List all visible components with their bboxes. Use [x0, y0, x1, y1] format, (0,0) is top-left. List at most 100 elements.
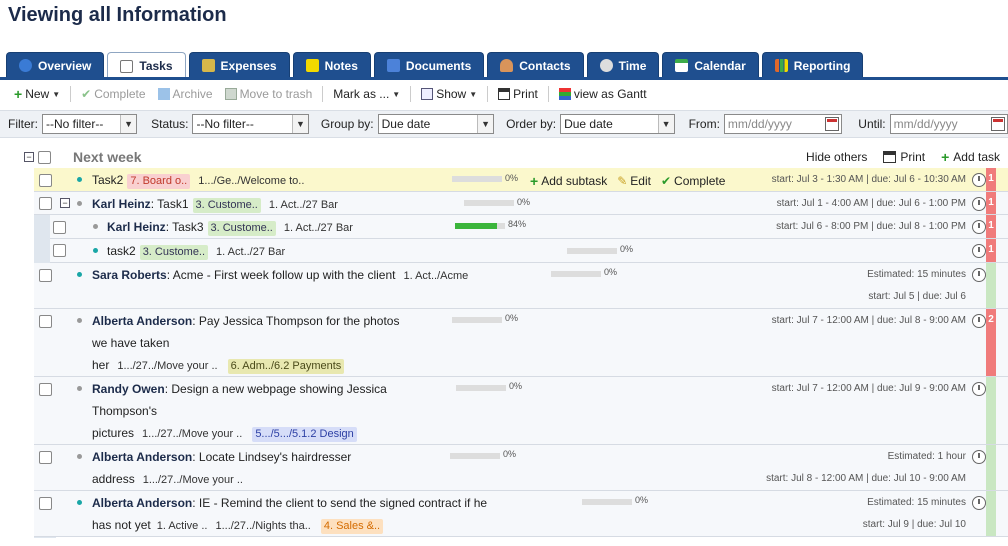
calendar-icon[interactable] — [825, 117, 840, 131]
workspace-path[interactable]: 1.../27../Nights tha.. — [215, 520, 310, 532]
add-subtask-button[interactable]: + Add subtask — [530, 173, 607, 189]
task-row[interactable]: task2 3. Custome.. 1. Act../27 Bar 0% 1 — [50, 239, 1008, 263]
task-title[interactable]: task2 3. Custome.. 1. Act../27 Bar — [107, 244, 285, 260]
tab-time[interactable]: Time — [586, 52, 660, 78]
group-select-all-checkbox[interactable] — [38, 150, 51, 164]
hide-others-link[interactable]: Hide others — [806, 150, 867, 164]
clock-icon[interactable] — [972, 244, 986, 258]
task-title[interactable]: Randy Owen: Design a new webpage showing… — [92, 382, 387, 396]
workspace-path[interactable]: 1. Active .. — [157, 520, 208, 532]
tag[interactable]: 4. Sales &.. — [320, 519, 384, 534]
task-checkbox[interactable] — [53, 244, 66, 257]
task-checkbox[interactable] — [39, 174, 52, 187]
tag[interactable]: 6. Adm../6.2 Payments — [227, 359, 345, 374]
tab-tasks[interactable]: Tasks — [107, 52, 186, 79]
task-checkbox[interactable] — [39, 315, 52, 328]
task-title[interactable]: Task2 7. Board o.. 1.../Ge../Welcome to.. — [92, 173, 304, 189]
collapse-toggle[interactable]: − — [60, 198, 70, 208]
workspace-path[interactable]: 1. Act../27 Bar — [284, 222, 353, 234]
clock-icon[interactable] — [972, 496, 986, 510]
clock-icon[interactable] — [972, 314, 986, 328]
task-row[interactable]: Sara Roberts: Acme - First week follow u… — [34, 263, 1008, 309]
tab-label: Contacts — [519, 58, 571, 73]
trash-button[interactable]: Move to trash — [219, 83, 319, 105]
task-checkbox[interactable] — [39, 269, 52, 282]
gantt-button[interactable]: view as Gantt — [553, 83, 653, 105]
workspace-path[interactable]: 1.../27../Move your .. — [117, 360, 217, 372]
workspace-path[interactable]: 1.../Ge../Welcome to.. — [198, 175, 304, 187]
task-title[interactable]: Karl Heinz: Task1 3. Custome.. 1. Act../27… — [92, 197, 338, 213]
add-task-button[interactable]: + Add task — [941, 149, 1000, 165]
assignee: Alberta Anderson — [92, 496, 193, 510]
group-print-button[interactable]: Print — [883, 150, 925, 164]
task-title[interactable]: Sara Roberts: Acme - First week follow u… — [92, 268, 468, 282]
workspace-path[interactable]: 1. Act../Acme — [403, 270, 468, 282]
tab-notes[interactable]: Notes — [292, 52, 371, 78]
check-icon: ✔ — [660, 174, 672, 188]
orderby-select[interactable]: Due date ▼ — [560, 114, 675, 134]
task-row[interactable]: Alberta Anderson: IE - Remind the client… — [34, 491, 1008, 537]
filter-select[interactable]: --No filter-- ▼ — [42, 114, 138, 134]
task-title-text: pictures — [92, 426, 135, 440]
task-checkbox[interactable] — [53, 221, 66, 234]
progress-label: 84% — [508, 219, 527, 229]
filter-bar: Filter: --No filter-- ▼ Status: --No filt… — [0, 110, 1008, 138]
tab-contacts[interactable]: Contacts — [487, 52, 584, 78]
task-title[interactable]: Alberta Anderson: IE - Remind the client… — [92, 496, 487, 510]
clock-icon[interactable] — [972, 197, 986, 211]
tag[interactable]: 3. Custome.. — [139, 245, 209, 260]
calendar-icon[interactable] — [991, 117, 1006, 131]
tab-documents[interactable]: Documents — [373, 52, 485, 78]
task-title-line2: we have taken — [92, 336, 170, 350]
task-title[interactable]: Alberta Anderson: Pay Jessica Thompson f… — [92, 314, 399, 328]
task-title[interactable]: Alberta Anderson: Locate Lindsey's haird… — [92, 450, 351, 464]
tag[interactable]: 7. Board o.. — [127, 174, 191, 189]
tab-reporting[interactable]: Reporting — [761, 52, 864, 78]
task-checkbox[interactable] — [39, 197, 52, 210]
tag[interactable]: 3. Custome.. — [207, 221, 276, 236]
edit-button[interactable]: ✎ Edit — [617, 173, 651, 189]
workspace-path[interactable]: 1. Act../27 Bar — [269, 199, 338, 211]
task-row[interactable]: Task2 7. Board o.. 1.../Ge../Welcome to.. … — [34, 168, 1008, 192]
tab-label: Tasks — [139, 59, 173, 73]
task-dates: start: Jul 8 - 12:00 AM | due: Jul 10 - … — [766, 473, 966, 484]
task-row[interactable]: Alberta Anderson: Locate Lindsey's haird… — [34, 445, 1008, 491]
status-dot-icon — [77, 272, 82, 277]
tag[interactable]: 3. Custome.. — [192, 198, 261, 213]
workspace-path[interactable]: 1. Act../27 Bar — [216, 246, 285, 258]
print-button[interactable]: Print — [492, 83, 544, 105]
status-dot-icon — [77, 500, 82, 505]
complete-button[interactable]: ✔ Complete — [75, 83, 151, 105]
tag[interactable]: 5.../5.../5.1.2 Design — [252, 427, 357, 442]
clock-icon[interactable] — [972, 382, 986, 396]
workspace-path[interactable]: 1.../27../Move your .. — [142, 428, 242, 440]
mark-as-button[interactable]: Mark as ... ▼ — [327, 83, 406, 105]
new-button[interactable]: + New ▼ — [8, 83, 66, 105]
workspace-path[interactable]: 1.../27../Move your .. — [143, 474, 243, 486]
task-title[interactable]: Karl Heinz: Task3 3. Custome.. 1. Act../27… — [107, 220, 353, 236]
task-checkbox[interactable] — [39, 383, 52, 396]
task-row[interactable]: Karl Heinz: Task3 3. Custome.. 1. Act../27… — [50, 215, 1008, 239]
tab-calendar[interactable]: Calendar — [662, 52, 759, 78]
show-button[interactable]: Show ▼ — [415, 83, 483, 105]
task-checkbox[interactable] — [39, 451, 52, 464]
clock-icon[interactable] — [972, 450, 986, 464]
clock-icon[interactable] — [972, 173, 986, 187]
collapse-toggle[interactable]: − — [24, 152, 34, 162]
tab-expenses[interactable]: Expenses — [188, 52, 290, 78]
groupby-select[interactable]: Due date ▼ — [377, 114, 495, 134]
task-row[interactable]: Alberta Anderson: Pay Jessica Thompson f… — [34, 309, 1008, 377]
status-select[interactable]: --No filter-- ▼ — [192, 114, 309, 134]
from-date-input[interactable]: mm/dd/yyyy — [723, 114, 843, 134]
clock-icon[interactable] — [972, 268, 986, 282]
task-title-text: : Locate Lindsey's hairdresser — [192, 450, 352, 464]
progress-bar — [450, 453, 500, 459]
task-row[interactable]: Randy Owen: Design a new webpage showing… — [34, 377, 1008, 445]
archive-button[interactable]: Archive — [152, 83, 219, 105]
complete-task-button[interactable]: ✔ Complete — [661, 173, 725, 189]
task-checkbox[interactable] — [39, 497, 52, 510]
until-date-input[interactable]: mm/dd/yyyy — [889, 114, 1008, 134]
tab-overview[interactable]: Overview — [6, 52, 105, 78]
clock-icon[interactable] — [972, 220, 986, 234]
task-row[interactable]: − Karl Heinz: Task1 3. Custome.. 1. Act../… — [34, 192, 1008, 215]
